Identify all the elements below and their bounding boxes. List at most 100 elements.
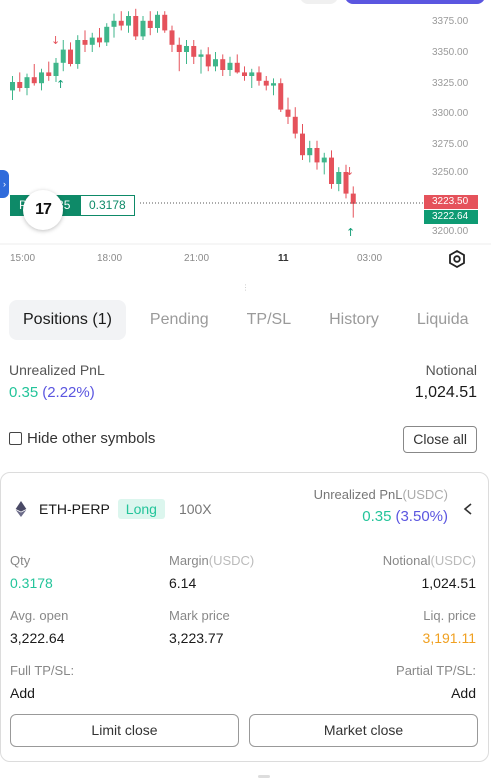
partial-tpsl-add-link[interactable]: Add [396, 685, 476, 701]
limit-close-button[interactable]: Limit close [10, 714, 239, 747]
settings-icon [449, 249, 465, 269]
candle-body [111, 20, 117, 27]
time-tick: 18:00 [97, 253, 123, 264]
candle-body [82, 40, 88, 45]
price-tick: 3200.00 [432, 226, 469, 237]
unrealized-pnl-value: 0.35 [9, 384, 39, 401]
candle-body [227, 62, 233, 70]
price-tick: 3275.00 [432, 139, 469, 150]
hide-other-symbols-label: Hide other symbols [27, 430, 156, 447]
candle-body [336, 172, 342, 184]
position-unrealized-pnl: Unrealized PnL(USDC) 0.35 (3.50%) [314, 487, 448, 525]
candle-body [31, 77, 37, 84]
candle-body [162, 14, 168, 31]
price-tick: 3350.00 [432, 47, 469, 58]
price-tick: 3325.00 [432, 78, 469, 89]
position-qty-chip: 0.3178 [89, 198, 126, 212]
avg-open-value: 3,222.64 [10, 630, 65, 646]
candle-body [147, 20, 153, 28]
candle-body [256, 72, 262, 81]
candle-body [39, 72, 44, 84]
price-tick: 3250.00 [432, 167, 469, 178]
candle-body [155, 14, 160, 28]
time-tick: 15:00 [10, 253, 36, 264]
liq-price-label: Liq. price [423, 608, 476, 623]
position-card: ETH-PERP Long 100X Unrealized PnL(USDC) … [0, 472, 489, 762]
candle-body [213, 59, 218, 67]
share-icon[interactable] [462, 503, 474, 515]
price-tick: 3375.00 [432, 16, 469, 27]
candle-body [75, 40, 81, 64]
candle-body [118, 20, 124, 26]
buy-arrow-icon: ↑ [56, 78, 65, 91]
time-tick: 03:00 [357, 253, 383, 264]
full-tpsl-label: Full TP/SL: [10, 663, 75, 678]
checkbox[interactable] [9, 432, 22, 445]
chart-settings-button[interactable] [446, 248, 468, 270]
candle-body [17, 82, 23, 88]
candlestick-chart: ↓ ↑ ↓ ↑ [0, 8, 491, 245]
candle-body [198, 54, 204, 57]
candle-body [46, 72, 52, 76]
buy-arrow-icon: ↓ [51, 34, 60, 47]
avg-open-cell: Avg. open 3,222.64 [10, 608, 68, 646]
positions-tabs: Positions (1) Pending TP/SL History Liqu… [9, 300, 491, 340]
candle-body [68, 49, 73, 64]
candle-body [24, 77, 30, 88]
candle-body [263, 80, 269, 86]
tab-positions[interactable]: Positions (1) [9, 300, 126, 340]
tab-tpsl[interactable]: TP/SL [233, 300, 305, 340]
candle-body [350, 193, 356, 204]
buy-arrow-icon: ↑ [346, 226, 355, 239]
notional-cell: Notional(USDC) 1,024.51 [383, 553, 476, 591]
candle-body [271, 83, 276, 86]
market-close-button[interactable]: Market close [249, 714, 478, 747]
home-indicator [258, 775, 270, 778]
time-tick: 21:00 [184, 253, 210, 264]
price-chart[interactable]: ↓ ↑ ↓ ↑ 3375.00 3350.00 3325.00 3300.00 … [0, 0, 491, 280]
candle-body [176, 44, 182, 52]
tab-pending[interactable]: Pending [136, 300, 223, 340]
notional-label: Notional [425, 362, 477, 378]
candle-body [242, 72, 247, 76]
candle-body [285, 109, 291, 117]
mark-price-tag: 3223.50 [424, 195, 478, 209]
tab-liquidation[interactable]: Liquida [403, 300, 483, 340]
unrealized-pnl-percent: (2.22%) [42, 384, 95, 401]
candle-body [314, 148, 320, 163]
position-upnl-percent: (3.50%) [395, 508, 448, 525]
full-tpsl-add-link[interactable]: Add [10, 685, 74, 701]
resize-handle[interactable]: ⋮ [0, 282, 491, 292]
candles [10, 8, 356, 218]
avg-open-label: Avg. open [10, 608, 69, 623]
candle-body [220, 59, 226, 70]
candle-body [169, 30, 175, 45]
symbol-name[interactable]: ETH-PERP [39, 501, 110, 517]
position-upnl-value: 0.35 [362, 508, 392, 525]
candle-body [278, 83, 284, 110]
candle-body [184, 46, 189, 52]
hide-other-symbols-toggle[interactable]: Hide other symbols [9, 430, 155, 447]
margin-value[interactable]: 6.14 [169, 575, 254, 591]
tab-history[interactable]: History [315, 300, 393, 340]
position-notional-label: Notional [382, 553, 431, 568]
qty-value: 0.3178 [10, 575, 53, 591]
expand-sidebar-handle[interactable]: › [0, 170, 9, 198]
unrealized-pnl-summary: Unrealized PnL 0.35 (2.22%) [9, 362, 105, 401]
candle-body [321, 157, 327, 163]
candle-body [300, 133, 305, 156]
candle-body [133, 16, 139, 37]
leverage-badge: 100X [178, 501, 212, 517]
close-all-button[interactable]: Close all [403, 426, 477, 453]
candle-body [97, 37, 102, 43]
candle-body [89, 37, 95, 45]
liq-price-cell: Liq. price 3,191.11 [423, 608, 476, 646]
position-upnl-unit: (USDC) [402, 487, 449, 502]
position-notional-unit: (USDC) [430, 553, 477, 568]
candle-body [126, 16, 131, 26]
qty-label: Qty [10, 553, 31, 568]
candle-body [329, 157, 334, 184]
side-badge: Long [117, 499, 165, 519]
candle-body [10, 82, 15, 91]
partial-tpsl-label: Partial TP/SL: [396, 663, 476, 678]
